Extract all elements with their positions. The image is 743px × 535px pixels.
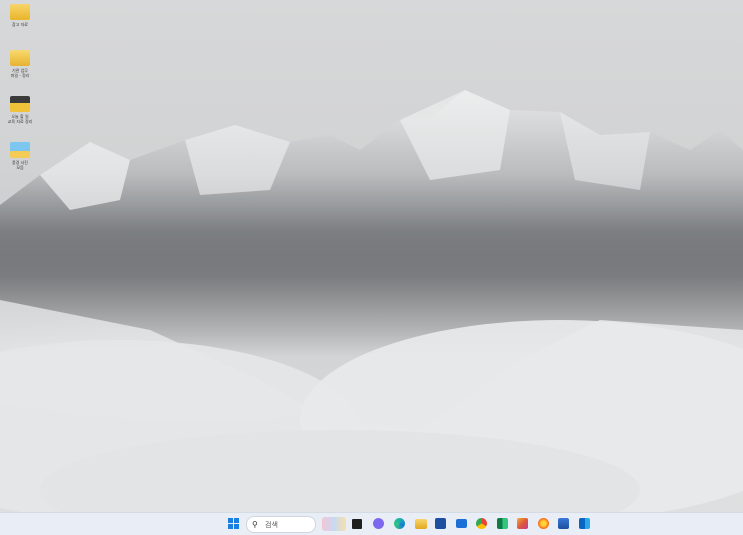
desktop-icon-label: 참고 자료 [12,22,28,27]
file-explorer-icon[interactable] [415,519,427,529]
edge-icon[interactable] [394,518,405,529]
folder-icon [10,50,30,66]
search-icon: ⚲ [252,520,258,529]
taskbar: ⚲ 검색 [0,512,743,535]
start-button[interactable] [228,518,240,530]
desktop-icon-label: 풍경 사진 모음 [12,160,28,170]
desktop-icon-archive[interactable]: 오늘 할 일 교육 자료 정리 [3,96,37,124]
widgets-news-icon[interactable] [322,517,346,531]
taskbar-search[interactable]: ⚲ 검색 [246,516,316,533]
excel-icon[interactable] [497,518,508,529]
image-icon [10,142,30,158]
desktop-wallpaper [0,0,743,512]
chrome-icon[interactable] [476,518,487,529]
folder-icon [10,4,30,20]
desktop-icon-folder-2[interactable]: 기관 업무 파일 - 정리 [3,50,37,78]
chat-icon[interactable] [373,518,384,529]
desktop-icon-label: 기관 업무 파일 - 정리 [10,68,30,78]
desktop-icon-label: 오늘 할 일 교육 자료 정리 [7,114,33,124]
pen-app-icon[interactable] [517,518,528,529]
outlook-icon[interactable] [579,518,590,529]
desktop-icon-photos[interactable]: 풍경 사진 모음 [3,142,37,170]
archive-icon [10,96,30,112]
network-app-icon[interactable] [558,518,569,529]
firefox-icon[interactable] [538,518,549,529]
mail-icon[interactable] [456,519,467,528]
search-placeholder: 검색 [265,520,278,529]
microsoft-store-icon[interactable] [435,518,446,529]
desktop-icon-folder-1[interactable]: 참고 자료 [3,4,37,27]
task-view-icon[interactable] [352,519,362,529]
mountain-landscape [0,90,743,512]
